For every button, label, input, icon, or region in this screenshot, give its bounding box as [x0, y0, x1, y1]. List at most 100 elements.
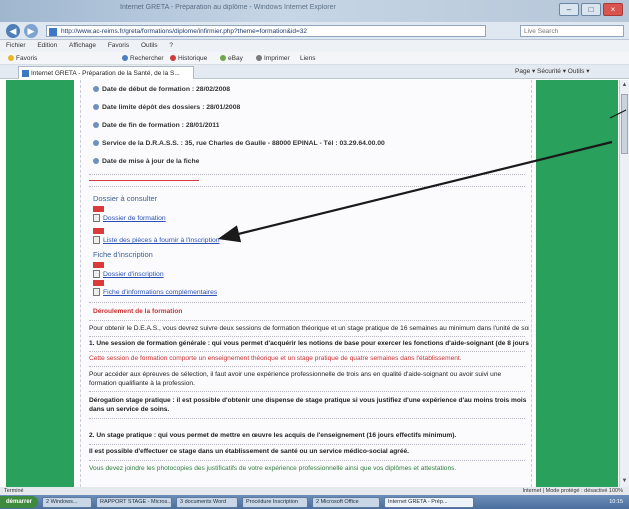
service-address: Service de la D.R.A.S.S. : 35, rue Charl…	[93, 140, 385, 147]
pdf-icon	[93, 228, 104, 234]
window-controls: – □ ×	[559, 3, 623, 16]
doc-link-row: Dossier de formation	[93, 214, 166, 222]
divider	[89, 186, 525, 187]
pdf-icon	[93, 206, 104, 212]
vertical-scrollbar[interactable]: ▲ ▼	[619, 80, 629, 487]
doc-link-formation[interactable]: Dossier de formation	[103, 215, 166, 222]
divider	[89, 418, 525, 419]
divider	[89, 336, 525, 337]
module-2-text: 2. Un stage pratique : qui vous permet d…	[89, 432, 457, 439]
divider	[89, 320, 525, 321]
search-toolbar-button[interactable]: Rechercher	[122, 52, 164, 65]
ebay-button[interactable]: eBay	[220, 52, 243, 65]
date-deadline: Date limite dépôt des dossiers : 28/01/2…	[93, 104, 240, 111]
url-input[interactable]: http://www.ac-reims.fr/greta/formations/…	[46, 25, 486, 37]
para-3-text: Dérogation stage pratique : il est possi…	[89, 397, 527, 413]
taskbar-item-6[interactable]: Internet GRETA - Prép...	[384, 497, 474, 508]
taskbar-item-3[interactable]: 3 documents Word	[176, 497, 238, 508]
system-tray-clock: 10:15	[609, 499, 623, 505]
inscription-section-title: Fiche d'inscription	[93, 250, 153, 259]
body-heading: Déroulement de la formation	[93, 308, 183, 315]
red-divider	[89, 180, 199, 181]
insc-link-row	[93, 280, 106, 288]
address-bar: ◀ ▶ http://www.ac-reims.fr/greta/formati…	[0, 22, 629, 40]
scroll-down-icon[interactable]: ▼	[621, 477, 628, 485]
taskbar-item-2[interactable]: RAPPORT STAGE - Micros...	[96, 497, 172, 508]
pin-icon	[93, 86, 99, 92]
tab-greta[interactable]: Internet GRETA - Préparation de la Santé…	[18, 66, 194, 79]
pdf-icon	[93, 280, 104, 286]
maximize-button[interactable]: □	[581, 3, 601, 16]
star-icon	[8, 55, 14, 61]
back-button[interactable]: ◀	[6, 24, 20, 38]
status-zone: Internet | Mode protégé : désactivé 100%	[522, 488, 624, 494]
page-tools-menu[interactable]: Page ▾ Sécurité ▾ Outils ▾	[515, 65, 589, 78]
ebay-icon	[220, 55, 226, 61]
divider	[89, 302, 525, 303]
menu-bar: Fichier Edition Affichage Favoris Outils…	[0, 40, 629, 52]
menu-item-outils[interactable]: Outils	[141, 42, 158, 49]
download-icon	[93, 236, 100, 244]
para-2-text: Pour accéder aux épreuves de sélection, …	[89, 371, 502, 387]
search-input[interactable]: Live Search	[520, 25, 624, 37]
module-1-text: 1. Une session de formation générale : q…	[89, 340, 529, 347]
status-bar: Terminé Internet | Mode protégé : désact…	[0, 487, 629, 495]
divider	[89, 444, 525, 445]
date-end: Date de fin de formation : 28/01/2011	[93, 122, 219, 129]
window-titlebar: Internet GRETA - Préparation au diplôme …	[0, 0, 629, 22]
download-icon	[93, 214, 100, 222]
doc-link-row	[93, 206, 106, 214]
insc-link-row: Dossier d'inscription	[93, 270, 164, 278]
status-text: Terminé	[4, 488, 24, 494]
download-icon	[93, 288, 100, 296]
menu-item-fichier[interactable]: Fichier	[6, 42, 26, 49]
tab-label: Internet GRETA - Préparation de la Santé…	[31, 70, 180, 77]
date-update: Date de mise à jour de la fiche	[93, 158, 199, 165]
taskbar-item-1[interactable]: 2 Windows...	[42, 497, 92, 508]
scroll-up-icon[interactable]: ▲	[621, 81, 628, 89]
favorites-button[interactable]: Favoris	[8, 52, 37, 65]
menu-item-favoris[interactable]: Favoris	[108, 42, 129, 49]
right-green-band	[536, 80, 618, 487]
date-start: Date de début de formation : 28/02/2008	[93, 86, 230, 93]
pin-icon	[93, 140, 99, 146]
pin-icon	[93, 104, 99, 110]
doc-link-row	[93, 228, 106, 236]
history-button[interactable]: Historique	[170, 52, 207, 65]
taskbar-item-5[interactable]: 2 Microsoft Office	[312, 497, 380, 508]
doc-link-pieces[interactable]: Liste des pièces à fournir à l'inscripti…	[103, 237, 220, 244]
divider	[89, 174, 525, 175]
green-note: Vous devez joindre les photocopies des j…	[89, 465, 457, 472]
para-4-text: Il est possible d'effectuer ce stage dan…	[89, 448, 410, 455]
printer-icon	[256, 55, 262, 61]
scroll-thumb[interactable]	[621, 94, 628, 154]
tab-bar: Internet GRETA - Préparation de la Santé…	[0, 65, 629, 79]
print-button[interactable]: Imprimer	[256, 52, 290, 65]
menu-item-help[interactable]: ?	[169, 42, 173, 49]
url-text: http://www.ac-reims.fr/greta/formations/…	[61, 28, 308, 35]
menu-item-affichage[interactable]: Affichage	[69, 42, 96, 49]
left-green-band	[6, 80, 74, 487]
insc-link-infos[interactable]: Fiche d'informations complémentaires	[103, 289, 217, 296]
pin-icon	[93, 122, 99, 128]
page-content: Date de début de formation : 28/02/2008 …	[80, 80, 532, 487]
window-title: Internet GRETA - Préparation au diplôme …	[120, 4, 336, 11]
divider	[89, 351, 525, 352]
page-viewport: Date de début de formation : 28/02/2008 …	[0, 80, 629, 487]
start-button[interactable]: démarrer	[0, 496, 38, 508]
intro-text: Pour obtenir le D.E.A.S., vous devrez su…	[89, 325, 529, 332]
module-1-note: Cette session de formation comporte un e…	[89, 355, 462, 362]
taskbar-item-4[interactable]: Procédure Inscription	[242, 497, 308, 508]
divider	[89, 366, 525, 367]
links-button[interactable]: Liens	[300, 52, 316, 65]
menu-item-edition[interactable]: Edition	[37, 42, 57, 49]
doc-link-row: Liste des pièces à fournir à l'inscripti…	[93, 236, 220, 244]
forward-button[interactable]: ▶	[24, 24, 38, 38]
search-icon	[122, 55, 128, 61]
close-button[interactable]: ×	[603, 3, 623, 16]
insc-link-dossier[interactable]: Dossier d'inscription	[103, 271, 164, 278]
minimize-button[interactable]: –	[559, 3, 579, 16]
download-icon	[93, 270, 100, 278]
history-icon	[170, 55, 176, 61]
page-favicon-icon	[49, 28, 57, 36]
